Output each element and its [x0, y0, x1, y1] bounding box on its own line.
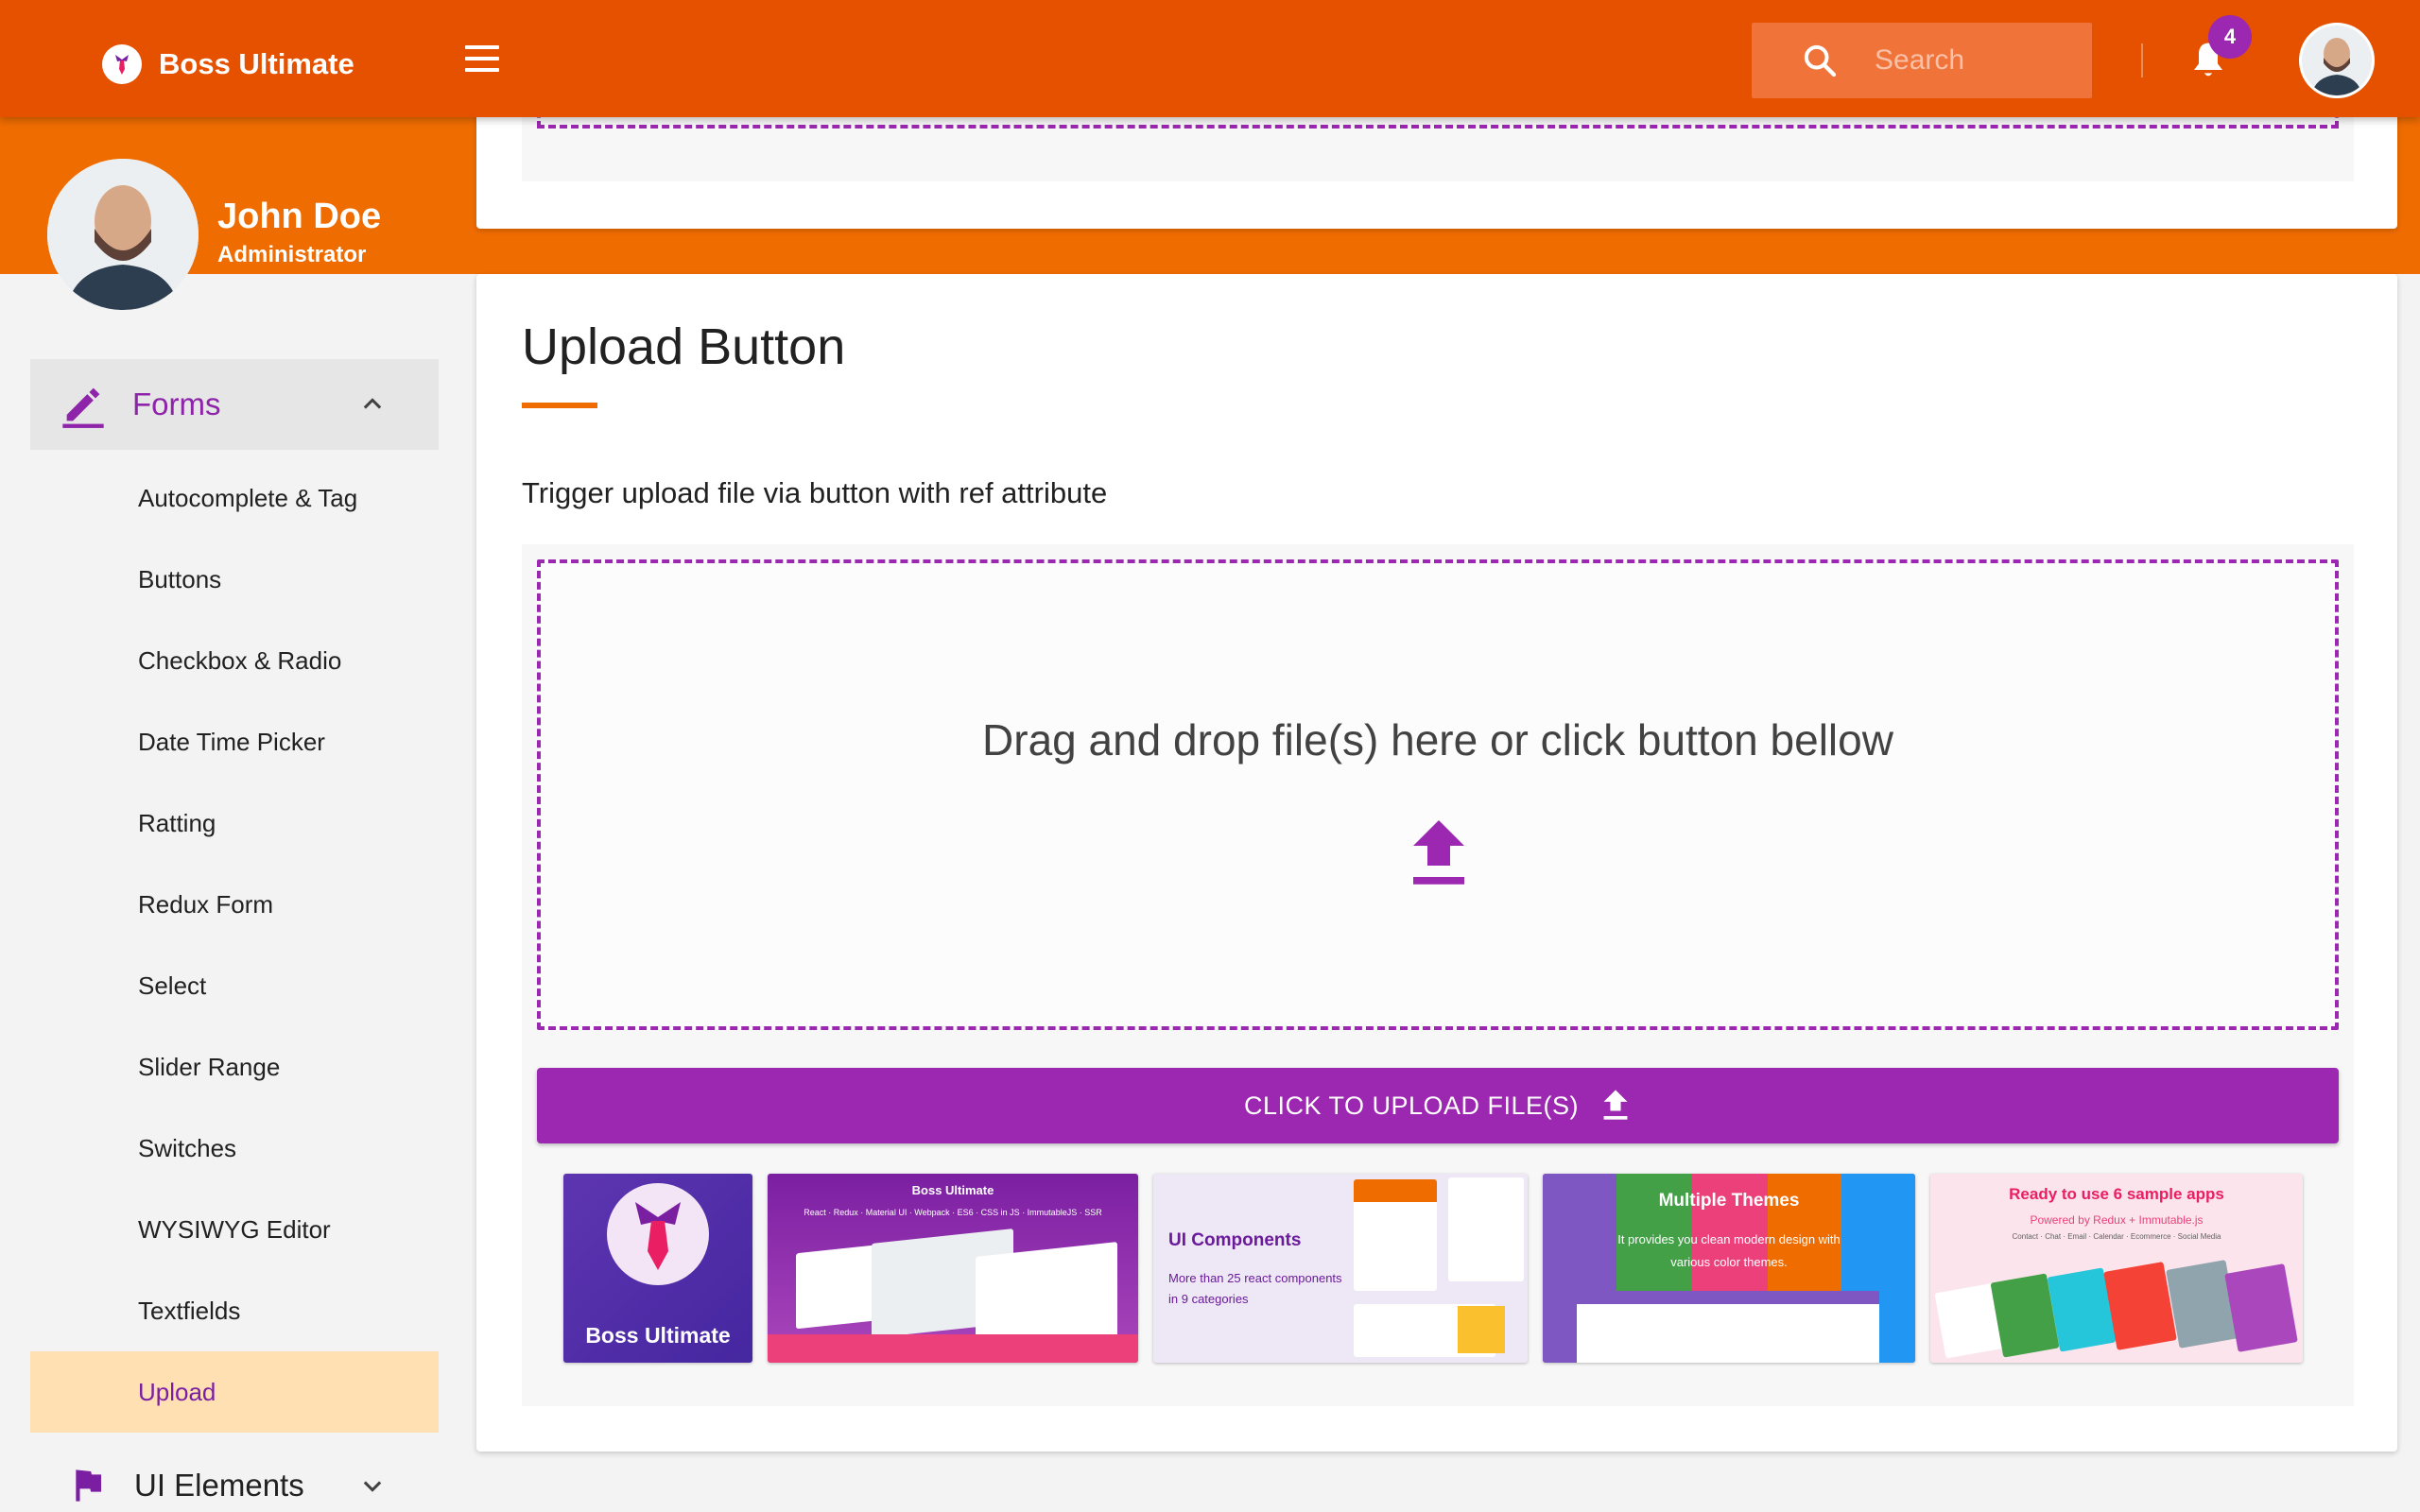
- sidebar-item-textfields[interactable]: Textfields: [30, 1270, 439, 1351]
- upload-button-label: CLICK TO UPLOAD FILE(S): [1243, 1091, 1580, 1120]
- thumbnail-note: Contact · Chat · Email · Calendar · Ecom…: [2012, 1232, 2221, 1241]
- thumbnail-title: Boss Ultimate: [585, 1323, 731, 1348]
- thumbnail-sample-apps[interactable]: Ready to use 6 sample apps Powered by Re…: [1930, 1174, 2303, 1363]
- thumbnail-multiple-themes[interactable]: Multiple Themes It provides you clean mo…: [1543, 1174, 1915, 1363]
- chevron-down-icon: [363, 1481, 382, 1492]
- menu-icon[interactable]: [463, 45, 501, 76]
- sidebar-item-switches[interactable]: Switches: [30, 1108, 439, 1189]
- thumbnail-subtitle: Powered by Redux + Immutable.js: [2030, 1213, 2204, 1227]
- header-divider: [2141, 43, 2143, 77]
- logo-circle: [607, 1183, 709, 1285]
- avatar[interactable]: [2299, 23, 2375, 98]
- thumbnail-title: Boss Ultimate: [911, 1183, 994, 1197]
- sidebar-item-select[interactable]: Select: [30, 945, 439, 1026]
- search-input[interactable]: [1875, 44, 2064, 77]
- thumbnail-footer: [768, 1334, 1138, 1363]
- brand-logo-icon: [102, 44, 142, 84]
- user-profile: John Doe Administrator: [0, 117, 461, 348]
- profile-name: John Doe: [217, 197, 382, 236]
- thumbnail-subtitle: React · Redux · Material UI · Webpack · …: [804, 1208, 1102, 1217]
- search-box[interactable]: [1752, 23, 2092, 98]
- card-preview: [1448, 1177, 1524, 1281]
- card-description: Trigger upload file via button with ref …: [522, 476, 1108, 509]
- upload-icon: [1603, 1090, 1628, 1120]
- profile-role: Administrator: [217, 242, 367, 267]
- sidebar-item-slider-range[interactable]: Slider Range: [30, 1026, 439, 1108]
- upload-button[interactable]: CLICK TO UPLOAD FILE(S): [537, 1068, 2339, 1143]
- thumbnail-ui-components[interactable]: UI Components More than 25 react compone…: [1153, 1174, 1528, 1363]
- sidebar-item-upload[interactable]: Upload: [30, 1351, 439, 1433]
- flag-icon: [76, 1469, 101, 1502]
- profile-avatar[interactable]: [47, 159, 199, 310]
- upload-button-card: Upload Button Trigger upload file via bu…: [476, 274, 2397, 1452]
- dropzone[interactable]: Drag and drop file(s) here or click butt…: [537, 559, 2339, 1030]
- dashboard-preview: [1577, 1291, 1879, 1363]
- dropzone-text: Drag and drop file(s) here or click butt…: [982, 715, 1893, 765]
- sidebar-item-wysiwyg-editor[interactable]: WYSIWYG Editor: [30, 1189, 439, 1270]
- sidebar-item-date-time-picker[interactable]: Date Time Picker: [30, 701, 439, 782]
- sidebar-item-redux-form[interactable]: Redux Form: [30, 864, 439, 945]
- title-underline: [522, 403, 597, 408]
- chevron-up-icon: [363, 398, 382, 409]
- sidebar-group-forms[interactable]: Forms: [30, 359, 439, 450]
- sidebar-item-ratting[interactable]: Ratting: [30, 782, 439, 864]
- thumbnail-title: UI Components: [1168, 1230, 1302, 1250]
- sidebar-group-label: Forms: [132, 387, 221, 421]
- sidebar-group-label: UI Elements: [134, 1468, 304, 1503]
- brand-name: Boss Ultimate: [159, 47, 354, 80]
- brand[interactable]: Boss Ultimate: [102, 43, 354, 85]
- thumbnail-overview[interactable]: Boss Ultimate React · Redux · Material U…: [768, 1174, 1138, 1363]
- sidebar-item-checkbox-radio[interactable]: Checkbox & Radio: [30, 620, 439, 701]
- page-title: Upload Button: [522, 318, 846, 375]
- search-icon: [1804, 44, 1837, 77]
- sidebar-item-buttons[interactable]: Buttons: [30, 539, 439, 620]
- media-preview: [1458, 1306, 1505, 1353]
- edit-icon: [62, 387, 104, 428]
- app-bar: Boss Ultimate 4: [0, 0, 2420, 117]
- calendar-preview: [1354, 1179, 1437, 1291]
- sidebar-item-autocomplete[interactable]: Autocomplete & Tag: [30, 457, 439, 539]
- thumbnail-subtitle: More than 25 react components in 9 categ…: [1168, 1271, 1342, 1306]
- upload-area: Drag and drop file(s) here or click butt…: [522, 544, 2354, 1406]
- thumbnail-title: Multiple Themes: [1658, 1191, 1800, 1211]
- sidebar-group-ui-elements[interactable]: UI Elements: [30, 1448, 439, 1512]
- thumbnail-subtitle: It provides you clean modern design with…: [1617, 1232, 1841, 1269]
- upload-icon: [1413, 820, 1464, 885]
- thumbnail-title: Ready to use 6 sample apps: [2009, 1185, 2224, 1203]
- thumbnail-boss-ultimate-logo[interactable]: Boss Ultimate: [563, 1174, 752, 1363]
- app-preview: [2224, 1263, 2298, 1352]
- notification-badge: 4: [2208, 15, 2252, 59]
